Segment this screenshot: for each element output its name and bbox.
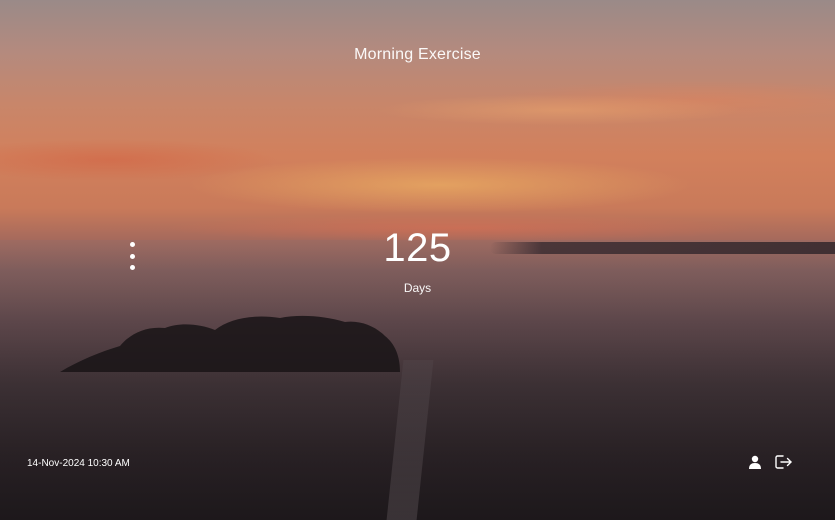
background-treeline [60,315,400,372]
day-counter-value: 125 [383,226,452,270]
day-counter-unit: Days [403,281,432,295]
app-screen: Morning Exercise 125 Days 14-Nov-2024 10… [0,0,835,520]
page-title: Morning Exercise [354,46,481,63]
logout-button[interactable] [774,452,794,472]
user-profile-button[interactable] [745,452,765,472]
logout-icon [775,455,792,469]
current-datetime: 14-Nov-2024 10:30 AM [27,458,130,469]
user-icon [749,455,761,469]
